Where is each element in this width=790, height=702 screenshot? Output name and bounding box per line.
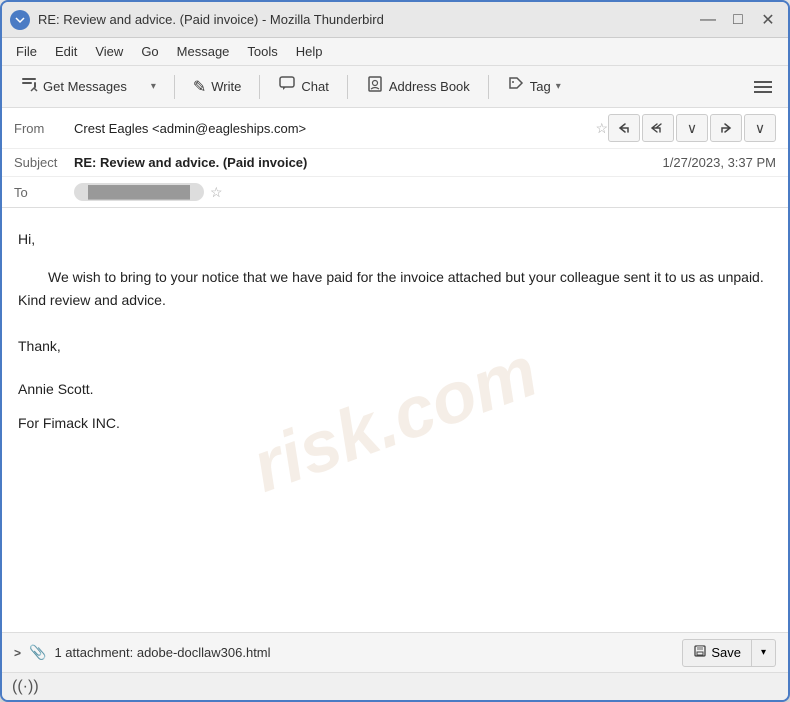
email-body-content: Hi, We wish to bring to your notice that… bbox=[18, 228, 772, 434]
minimize-button[interactable]: — bbox=[696, 8, 720, 32]
menu-message[interactable]: Message bbox=[169, 41, 238, 62]
close-button[interactable]: ✕ bbox=[756, 8, 780, 32]
from-label: From bbox=[14, 121, 74, 136]
to-value: ████████████ bbox=[74, 183, 204, 201]
toolbar: Get Messages ▾ ✎ Write Chat bbox=[2, 66, 788, 108]
forward-button[interactable] bbox=[710, 114, 742, 142]
chat-label: Chat bbox=[301, 79, 328, 94]
reply-all-button[interactable] bbox=[642, 114, 674, 142]
write-icon: ✎ bbox=[193, 77, 206, 97]
from-value: Crest Eagles <admin@eagleships.com> bbox=[74, 121, 589, 136]
write-label: Write bbox=[211, 79, 241, 94]
menu-file[interactable]: File bbox=[8, 41, 45, 62]
maximize-button[interactable]: □ bbox=[726, 8, 750, 32]
body-paragraph: We wish to bring to your notice that we … bbox=[18, 266, 772, 311]
attachment-text: 1 attachment: adobe-docllaw306.html bbox=[54, 645, 674, 660]
address-book-icon bbox=[366, 75, 384, 98]
address-book-label: Address Book bbox=[389, 79, 470, 94]
window-controls: — □ ✕ bbox=[696, 8, 780, 32]
get-messages-icon bbox=[20, 75, 38, 98]
separator-2 bbox=[259, 75, 260, 99]
body-greeting: Hi, bbox=[18, 228, 772, 250]
to-row: To ████████████ ☆ bbox=[2, 177, 788, 207]
subject-row: Subject RE: Review and advice. (Paid inv… bbox=[2, 149, 788, 177]
forward-more-icon: ∨ bbox=[755, 120, 765, 137]
attachment-expand-button[interactable]: > bbox=[14, 646, 21, 660]
write-button[interactable]: ✎ Write bbox=[183, 72, 252, 102]
to-star-icon[interactable]: ☆ bbox=[210, 184, 223, 201]
save-button[interactable]: Save bbox=[682, 639, 752, 667]
separator-1 bbox=[174, 75, 175, 99]
reply-button[interactable] bbox=[608, 114, 640, 142]
reply-more-icon: ∨ bbox=[687, 120, 697, 137]
subject-label: Subject bbox=[14, 155, 74, 170]
menubar: File Edit View Go Message Tools Help bbox=[2, 38, 788, 66]
save-label: Save bbox=[711, 645, 741, 660]
tag-label: Tag bbox=[530, 79, 551, 94]
address-book-button[interactable]: Address Book bbox=[356, 70, 480, 103]
get-messages-dropdown[interactable]: ▾ bbox=[141, 76, 166, 97]
save-dropdown-button[interactable]: ▾ bbox=[752, 639, 776, 667]
attachment-bar: > 📎 1 attachment: adobe-docllaw306.html … bbox=[2, 632, 788, 672]
subject-value: RE: Review and advice. (Paid invoice) bbox=[74, 155, 663, 170]
get-messages-button[interactable]: Get Messages bbox=[10, 70, 137, 103]
body-signature-line2: For Fimack INC. bbox=[18, 412, 772, 434]
tag-dropdown-icon: ▾ bbox=[556, 81, 561, 92]
tag-icon bbox=[507, 75, 525, 98]
email-body: risk.com Hi, We wish to bring to your no… bbox=[2, 208, 788, 632]
separator-4 bbox=[488, 75, 489, 99]
menu-view[interactable]: View bbox=[87, 41, 131, 62]
chat-button[interactable]: Chat bbox=[268, 70, 338, 103]
hamburger-line-3 bbox=[754, 91, 772, 93]
save-button-group: Save ▾ bbox=[682, 639, 776, 667]
separator-3 bbox=[347, 75, 348, 99]
save-dropdown-icon: ▾ bbox=[761, 647, 766, 658]
paperclip-icon: 📎 bbox=[29, 644, 46, 661]
date-value: 1/27/2023, 3:37 PM bbox=[663, 155, 776, 170]
hamburger-line-2 bbox=[754, 86, 772, 88]
chat-icon bbox=[278, 75, 296, 98]
tag-button[interactable]: Tag ▾ bbox=[497, 70, 571, 103]
email-header: From Crest Eagles <admin@eagleships.com>… bbox=[2, 108, 788, 208]
menu-edit[interactable]: Edit bbox=[47, 41, 85, 62]
save-icon bbox=[693, 644, 707, 661]
hamburger-line-1 bbox=[754, 81, 772, 83]
action-buttons: ∨ ∨ bbox=[608, 114, 776, 142]
body-closing: Thank, bbox=[18, 335, 772, 357]
status-icon: ((·)) bbox=[12, 678, 39, 696]
reply-more-button[interactable]: ∨ bbox=[676, 114, 708, 142]
body-signature-line1: Annie Scott. bbox=[18, 378, 772, 400]
to-label: To bbox=[14, 185, 74, 200]
app-window: RE: Review and advice. (Paid invoice) - … bbox=[0, 0, 790, 702]
get-messages-label: Get Messages bbox=[43, 79, 127, 94]
from-star-icon[interactable]: ☆ bbox=[595, 120, 608, 137]
hamburger-menu-button[interactable] bbox=[746, 75, 780, 99]
window-title: RE: Review and advice. (Paid invoice) - … bbox=[38, 12, 696, 27]
menu-tools[interactable]: Tools bbox=[239, 41, 285, 62]
titlebar: RE: Review and advice. (Paid invoice) - … bbox=[2, 2, 788, 38]
forward-more-button[interactable]: ∨ bbox=[744, 114, 776, 142]
menu-go[interactable]: Go bbox=[133, 41, 166, 62]
app-icon bbox=[10, 10, 30, 30]
from-row: From Crest Eagles <admin@eagleships.com>… bbox=[2, 108, 788, 149]
menu-help[interactable]: Help bbox=[288, 41, 331, 62]
statusbar: ((·)) bbox=[2, 672, 788, 700]
dropdown-arrow-icon: ▾ bbox=[151, 81, 156, 92]
